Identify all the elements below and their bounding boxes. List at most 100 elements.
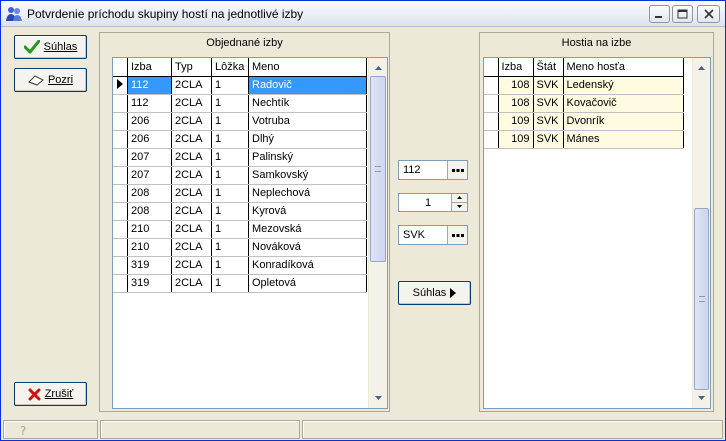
cell-name[interactable]: Mezovská: [248, 220, 367, 239]
current-row-pointer-icon[interactable]: [113, 76, 128, 95]
cell-country[interactable]: SVK: [533, 76, 564, 95]
table-row[interactable]: 208 2CLA 1 Kyrová: [113, 202, 367, 221]
cell-room[interactable]: 207: [127, 148, 172, 167]
scroll-down-icon[interactable]: [369, 390, 387, 406]
cell-room[interactable]: 108: [498, 76, 534, 95]
row-indicator[interactable]: [113, 112, 128, 131]
row-indicator[interactable]: [113, 220, 128, 239]
close-button[interactable]: [697, 5, 720, 23]
cell-type[interactable]: 2CLA: [171, 184, 212, 203]
row-indicator[interactable]: [113, 238, 128, 257]
row-indicator[interactable]: [113, 166, 128, 185]
row-indicator[interactable]: [113, 184, 128, 203]
cell-name[interactable]: Neplechová: [248, 184, 367, 203]
room-field[interactable]: 112: [398, 160, 468, 180]
table-row[interactable]: 206 2CLA 1 Votruba: [113, 112, 367, 131]
column-header-guest-name[interactable]: Meno hosťa: [563, 58, 684, 77]
cell-guest-name[interactable]: Ledenský: [563, 76, 684, 95]
column-header-name[interactable]: Meno: [248, 58, 367, 77]
table-row[interactable]: 109 SVK Dvonrík: [484, 112, 684, 131]
row-indicator[interactable]: [113, 94, 128, 113]
cell-name[interactable]: Kyrová: [248, 202, 367, 221]
cell-beds[interactable]: 1: [211, 166, 249, 185]
cell-beds[interactable]: 1: [211, 76, 249, 95]
row-indicator[interactable]: [113, 148, 128, 167]
cell-beds[interactable]: 1: [211, 256, 249, 275]
title-bar[interactable]: Potvrdenie príchodu skupiny hostí na jed…: [1, 1, 725, 27]
scroll-down-icon[interactable]: [693, 390, 710, 406]
table-row[interactable]: 108 SVK Kovačovič: [484, 94, 684, 113]
cell-name[interactable]: Radovič: [248, 76, 367, 95]
cell-beds[interactable]: 1: [211, 274, 249, 293]
cell-room[interactable]: 206: [127, 130, 172, 149]
table-row[interactable]: 319 2CLA 1 Konradíková: [113, 256, 367, 275]
guests-scrollbar[interactable]: [692, 58, 710, 408]
rooms-scrollbar[interactable]: [368, 58, 387, 408]
row-indicator[interactable]: [113, 274, 128, 293]
cell-guest-name[interactable]: Dvonrík: [563, 112, 684, 131]
table-row[interactable]: 108 SVK Ledenský: [484, 76, 684, 95]
cell-room[interactable]: 112: [127, 94, 172, 113]
table-row[interactable]: 207 2CLA 1 Samkovský: [113, 166, 367, 185]
table-row[interactable]: 112 2CLA 1 Radovič: [113, 76, 367, 95]
cell-room[interactable]: 109: [498, 112, 534, 131]
cell-type[interactable]: 2CLA: [171, 130, 212, 149]
scroll-thumb[interactable]: [370, 76, 386, 262]
row-indicator[interactable]: [113, 256, 128, 275]
table-row[interactable]: 208 2CLA 1 Neplechová: [113, 184, 367, 203]
spin-buttons[interactable]: [451, 194, 467, 211]
table-row[interactable]: 109 SVK Mánes: [484, 130, 684, 149]
table-row[interactable]: 207 2CLA 1 Palinský: [113, 148, 367, 167]
scroll-thumb[interactable]: [694, 208, 709, 390]
table-row[interactable]: 206 2CLA 1 Dlhý: [113, 130, 367, 149]
column-header-room[interactable]: Izba: [498, 58, 534, 77]
cell-name[interactable]: Konradíková: [248, 256, 367, 275]
cell-type[interactable]: 2CLA: [171, 76, 212, 95]
cell-type[interactable]: 2CLA: [171, 238, 212, 257]
spin-up-icon[interactable]: [452, 194, 467, 203]
view-button[interactable]: Pozri: [14, 68, 87, 92]
maximize-button[interactable]: [672, 5, 693, 23]
table-row[interactable]: 210 2CLA 1 Nováková: [113, 238, 367, 257]
cell-beds[interactable]: 1: [211, 184, 249, 203]
row-indicator[interactable]: [484, 130, 499, 149]
table-row[interactable]: 210 2CLA 1 Mezovská: [113, 220, 367, 239]
scroll-up-icon[interactable]: [693, 60, 710, 76]
cell-name[interactable]: Palinský: [248, 148, 367, 167]
column-header-country[interactable]: Štát: [533, 58, 564, 77]
row-indicator[interactable]: [484, 94, 499, 113]
row-indicator[interactable]: [484, 112, 499, 131]
cell-room[interactable]: 112: [127, 76, 172, 95]
cell-type[interactable]: 2CLA: [171, 220, 212, 239]
cell-type[interactable]: 2CLA: [171, 256, 212, 275]
cell-type[interactable]: 2CLA: [171, 202, 212, 221]
assign-button[interactable]: Súhlas: [398, 281, 471, 305]
rooms-grid[interactable]: Izba Typ Lôžka Meno 112 2CLA 1 Radovič 112 2C…: [112, 57, 388, 409]
country-field[interactable]: SVK: [398, 225, 468, 245]
table-row[interactable]: 112 2CLA 1 Nechtík: [113, 94, 367, 113]
cell-beds[interactable]: 1: [211, 220, 249, 239]
cell-room[interactable]: 319: [127, 274, 172, 293]
cell-beds[interactable]: 1: [211, 94, 249, 113]
cell-room[interactable]: 210: [127, 220, 172, 239]
count-spinner[interactable]: 1: [398, 193, 468, 212]
cell-type[interactable]: 2CLA: [171, 112, 212, 131]
row-indicator[interactable]: [484, 76, 499, 95]
cell-name[interactable]: Votruba: [248, 112, 367, 131]
cell-beds[interactable]: 1: [211, 238, 249, 257]
cell-guest-name[interactable]: Mánes: [563, 130, 684, 149]
cell-type[interactable]: 2CLA: [171, 94, 212, 113]
cell-name[interactable]: Nechtík: [248, 94, 367, 113]
cell-country[interactable]: SVK: [533, 112, 564, 131]
table-row[interactable]: 319 2CLA 1 Opletová: [113, 274, 367, 293]
cell-room[interactable]: 109: [498, 130, 534, 149]
cell-beds[interactable]: 1: [211, 112, 249, 131]
cell-room[interactable]: 210: [127, 238, 172, 257]
room-lookup-button[interactable]: [447, 161, 467, 179]
cell-guest-name[interactable]: Kovačovič: [563, 94, 684, 113]
scroll-up-icon[interactable]: [369, 60, 387, 76]
cell-room[interactable]: 319: [127, 256, 172, 275]
spin-down-icon[interactable]: [452, 203, 467, 212]
cell-type[interactable]: 2CLA: [171, 166, 212, 185]
cell-country[interactable]: SVK: [533, 94, 564, 113]
